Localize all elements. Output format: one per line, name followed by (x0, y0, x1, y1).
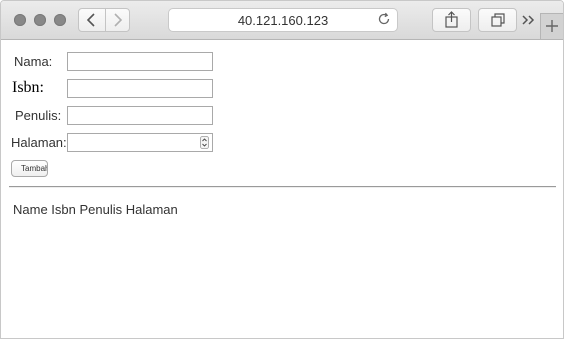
new-tab-button[interactable] (540, 13, 563, 39)
table-header-row: Name Isbn Penulis Halaman (13, 202, 178, 217)
tambahkan-button[interactable]: Tambahkan (11, 160, 48, 177)
isbn-label: Isbn: (12, 79, 44, 96)
minimize-window-button[interactable] (34, 14, 46, 26)
share-icon (445, 11, 458, 28)
share-button[interactable] (432, 8, 471, 32)
penulis-input[interactable] (67, 106, 213, 125)
forward-icon (114, 13, 123, 27)
address-bar[interactable]: 40.121.160.123 (168, 8, 398, 32)
back-button[interactable] (79, 9, 106, 31)
reload-icon[interactable] (377, 12, 391, 26)
browser-window: 40.121.160.123 Nama: Isbn: Penulis: Hala… (0, 0, 564, 339)
show-tabs-button[interactable] (478, 8, 517, 32)
divider (9, 186, 556, 188)
zoom-window-button[interactable] (54, 14, 66, 26)
forward-button[interactable] (105, 9, 131, 31)
plus-icon (546, 20, 558, 32)
navigation-buttons (78, 8, 130, 32)
back-icon (86, 13, 95, 27)
penulis-label: Penulis: (15, 108, 62, 123)
browser-toolbar: 40.121.160.123 (1, 1, 563, 40)
page-content: Nama: Isbn: Penulis: Halaman: Tambahkan … (1, 40, 563, 338)
stepper-arrows-icon[interactable] (200, 136, 209, 149)
nama-input[interactable] (67, 52, 213, 71)
nama-label: Nama: (14, 54, 53, 69)
isbn-input[interactable] (67, 79, 213, 98)
address-text: 40.121.160.123 (237, 13, 329, 28)
close-window-button[interactable] (14, 14, 26, 26)
tabs-icon (491, 13, 505, 27)
halaman-label: Halaman: (11, 135, 67, 150)
more-icon[interactable] (520, 12, 536, 28)
halaman-number-input[interactable] (67, 133, 213, 152)
